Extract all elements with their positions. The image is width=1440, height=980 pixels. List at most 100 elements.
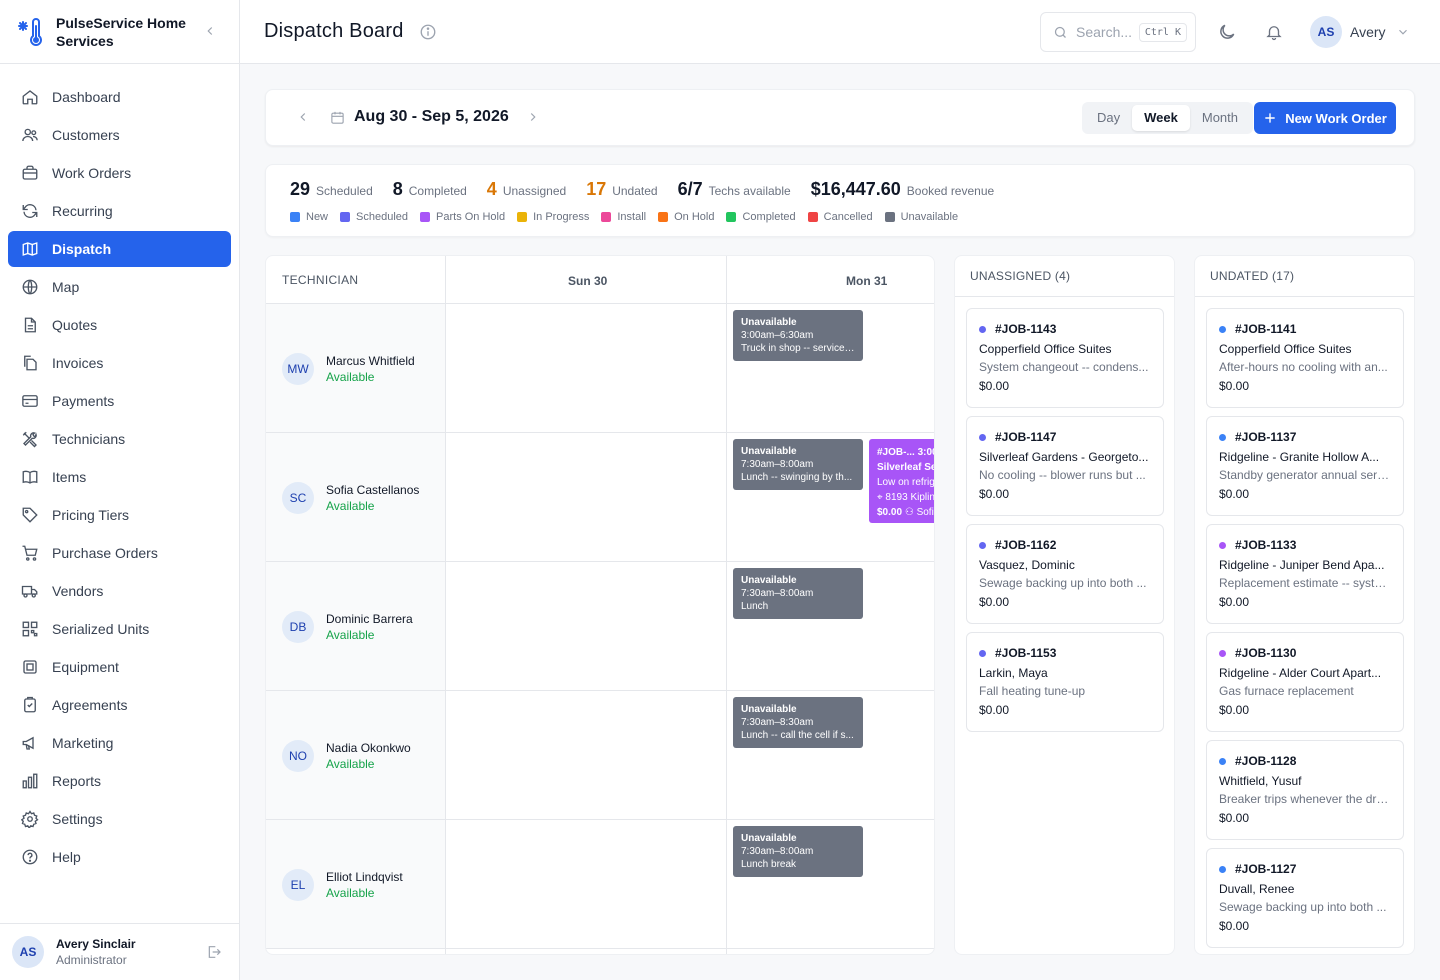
unavailable-block[interactable]: Unavailable 7:30am–8:30am Lunch -- call th… — [733, 697, 863, 748]
work-order-id: #JOB-1147 — [995, 430, 1057, 444]
legend-item: On Hold — [658, 211, 714, 223]
work-order-card[interactable]: #JOB-1133 Ridgeline - Juniper Bend Apa...… — [1206, 524, 1404, 624]
work-order-card[interactable]: #JOB-1141 Copperfield Office Suites After-… — [1206, 308, 1404, 408]
sidebar-item-technicians[interactable]: Technicians — [8, 421, 231, 457]
sidebar-item-marketing[interactable]: Marketing — [8, 725, 231, 761]
new-work-order-button[interactable]: New Work Order — [1254, 102, 1396, 134]
unavailable-block[interactable]: Unavailable 7:30am–8:00am Lunch break — [733, 826, 863, 877]
bell-icon[interactable] — [1265, 22, 1283, 42]
truck-icon — [20, 581, 40, 601]
work-order-card[interactable]: #JOB-1127 Duvall, Renee Sewage backing up … — [1206, 848, 1404, 948]
next-week-chevron-icon[interactable] — [526, 110, 540, 124]
work-order-card[interactable]: #JOB-1130 Ridgeline - Alder Court Apart..… — [1206, 632, 1404, 732]
sidebar-item-purchase-orders[interactable]: Purchase Orders — [8, 535, 231, 571]
avatar: EL — [282, 869, 314, 901]
sidebar-item-label: Reports — [52, 773, 102, 789]
search-input[interactable]: Search... Ctrl K — [1040, 12, 1196, 52]
block-note: Lunch — [741, 601, 769, 612]
technician-cell[interactable]: DB Dominic Barrera Available — [266, 562, 445, 690]
sidebar-user[interactable]: AS Avery Sinclair Administrator — [0, 923, 240, 980]
work-order-card[interactable]: #JOB-1143 Copperfield Office Suites System… — [966, 308, 1164, 408]
plus-icon — [1263, 111, 1277, 125]
technician-cell[interactable]: SC Sofia Castellanos Available — [266, 433, 445, 561]
sidebar-item-pricing-tiers[interactable]: Pricing Tiers — [8, 497, 231, 533]
sidebar-item-customers[interactable]: Customers — [8, 117, 231, 153]
work-order-description: Fall heating tune-up — [979, 684, 1086, 698]
legend-item: Parts On Hold — [420, 211, 505, 223]
legend-item: In Progress — [517, 211, 589, 223]
work-order-amount: $0.00 — [979, 487, 1010, 501]
sidebar-item-map[interactable]: Map — [8, 269, 231, 305]
sidebar-item-recurring[interactable]: Recurring — [8, 193, 231, 229]
sidebar-item-items[interactable]: Items — [8, 459, 231, 495]
sidebar-nav: Dashboard Customers Work Orders Recurrin… — [0, 64, 239, 875]
work-order-card[interactable]: #JOB-1153 Larkin, Maya Fall heating tune-u… — [966, 632, 1164, 732]
brand[interactable]: PulseService Home Services — [0, 0, 239, 64]
unavailable-block[interactable]: Unavailable 7:30am–8:00am Lunch — [733, 568, 863, 619]
block-title: Unavailable — [741, 833, 797, 844]
stat-techs-available: 6/7 Techs available — [677, 179, 791, 199]
legend-item: Unavailable — [884, 211, 959, 223]
work-order-description: Gas furnace replacement — [1219, 684, 1354, 698]
view-day[interactable]: Day — [1085, 105, 1132, 131]
avatar: DB — [282, 611, 314, 643]
sidebar-item-vendors[interactable]: Vendors — [8, 573, 231, 609]
prev-week-chevron-icon[interactable] — [296, 110, 310, 124]
work-order-card[interactable]: #JOB-1162 Vasquez, Dominic Sewage backing … — [966, 524, 1164, 624]
legend-label: Scheduled — [356, 211, 409, 223]
sidebar-item-label: Map — [52, 279, 80, 295]
work-order-customer: Ridgeline - Juniper Bend Apa... — [1219, 558, 1385, 572]
collapse-chevron-icon[interactable] — [203, 24, 217, 38]
sidebar-item-label: Pricing Tiers — [52, 507, 130, 523]
view-month[interactable]: Month — [1190, 105, 1250, 131]
sidebar-item-invoices[interactable]: Invoices — [8, 345, 231, 381]
block-note: Lunch break — [741, 859, 797, 870]
sidebar-item-reports[interactable]: Reports — [8, 763, 231, 799]
sidebar-item-serialized-units[interactable]: Serialized Units — [8, 611, 231, 647]
work-order-card[interactable]: #JOB-1147 Silverleaf Gardens - Georgeto..… — [966, 416, 1164, 516]
info-icon[interactable] — [419, 23, 437, 41]
work-order-amount: $0.00 — [1219, 703, 1250, 717]
sidebar-item-work-orders[interactable]: Work Orders — [8, 155, 231, 191]
sidebar-item-agreements[interactable]: Agreements — [8, 687, 231, 723]
files-icon — [20, 353, 40, 373]
sidebar-item-label: Dispatch — [52, 241, 112, 257]
block-note: Lunch -- call the cell if s... — [741, 730, 854, 741]
sidebar-item-help[interactable]: Help — [8, 839, 231, 875]
technician-status: Available — [326, 499, 375, 513]
technician-cell[interactable]: EL Elliot Lindqvist Available — [266, 820, 445, 948]
work-order-customer: Whitfield, Yusuf — [1219, 774, 1302, 788]
work-order-card[interactable]: #JOB-1128 Whitfield, Yusuf Breaker trips w… — [1206, 740, 1404, 840]
sidebar-item-dashboard[interactable]: Dashboard — [8, 79, 231, 115]
unavailable-block[interactable]: Unavailable 7:30am–8:00am Lunch -- swingin… — [733, 439, 863, 490]
unavailable-block[interactable]: Unavailable 3:00am–6:30am Truck in shop --… — [733, 310, 863, 361]
work-order-card[interactable]: #JOB-1137 Ridgeline - Granite Hollow A...… — [1206, 416, 1404, 516]
job-chip[interactable]: #JOB-... 3:00 Silverleaf Ser Low on refr… — [869, 439, 934, 523]
legend-item: Completed — [726, 211, 796, 223]
technician-cell[interactable]: MW Marcus Whitfield Available — [266, 304, 445, 432]
sidebar-item-label: Dashboard — [52, 89, 121, 105]
moon-icon[interactable] — [1217, 22, 1237, 42]
legend-label: Unavailable — [900, 211, 959, 223]
sidebar-item-equipment[interactable]: Equipment — [8, 649, 231, 685]
user-menu[interactable]: AS Avery — [1310, 16, 1410, 48]
legend-item: Install — [601, 211, 646, 223]
view-week[interactable]: Week — [1132, 105, 1190, 131]
legend-label: In Progress — [533, 211, 590, 223]
technician-cell[interactable]: NO Nadia Okonkwo Available — [266, 691, 445, 819]
sidebar-item-quotes[interactable]: Quotes — [8, 307, 231, 343]
date-range[interactable]: Aug 30 - Sep 5, 2026 — [354, 108, 509, 126]
sidebar-item-label: Quotes — [52, 317, 98, 333]
avatar: SC — [282, 482, 314, 514]
sidebar-item-payments[interactable]: Payments — [8, 383, 231, 419]
work-order-customer: Silverleaf Gardens - Georgeto... — [979, 450, 1149, 464]
logout-icon[interactable] — [206, 944, 222, 960]
block-title: Unavailable — [741, 704, 797, 715]
stat-scheduled: 29 Scheduled — [290, 179, 373, 199]
legend-swatch — [517, 212, 528, 222]
status-dot — [979, 649, 986, 657]
map-book-icon — [20, 239, 40, 259]
calendar-icon — [330, 110, 345, 125]
sidebar-item-dispatch[interactable]: Dispatch — [8, 231, 231, 267]
sidebar-item-settings[interactable]: Settings — [8, 801, 231, 837]
